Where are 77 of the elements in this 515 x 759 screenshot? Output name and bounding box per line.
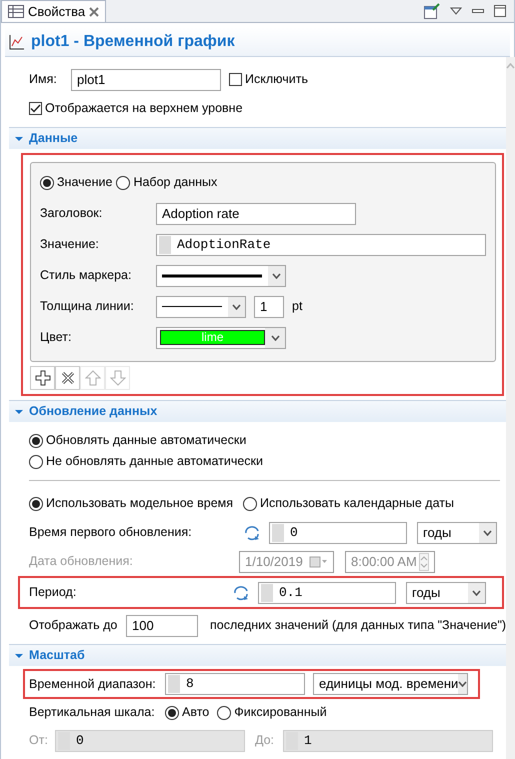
field-label: Имя: [29,72,58,87]
caret-icon [458,681,468,687]
input-field[interactable]: 1 [254,296,284,318]
field-label: Заголовок: [40,206,104,221]
radio-button[interactable]: Использовать календарные даты [243,496,454,511]
field-label: Отображать до [29,618,118,633]
field-label: Период: [29,585,78,600]
expanded-icon [15,408,23,416]
field-label: До: [255,733,276,748]
delete-icon [60,370,76,386]
hint-text: последних значений (для данных типа "Значение") [210,618,506,633]
field-label: Стиль маркера: [40,268,132,283]
section-header[interactable]: Обновление данных [9,400,506,422]
input-field[interactable]: plot1 [71,68,221,90]
line-width-dropdown[interactable] [156,296,246,318]
scrollbar[interactable] [506,57,515,759]
line-width-preview [162,305,222,308]
radio-button[interactable]: Значение [40,175,112,190]
radio-button[interactable]: Не обновлять данные автоматически [29,454,264,469]
field-label: Временной диапазон: [29,676,157,692]
input-field[interactable]: 0.1 [258,582,396,604]
section-title: Обновление данных [29,404,158,419]
expanded-icon [15,652,23,660]
field-label: Дата обновления: [29,554,134,569]
chart-icon [9,34,25,50]
section-title: Масштаб [29,648,85,663]
field-label: Значение: [40,237,100,252]
refresh-icon [243,524,261,540]
unit-label: pt [292,299,302,314]
color-swatch: lime [160,330,265,345]
field-label: Толщина линии: [40,299,135,314]
add-icon [34,370,50,386]
input-field[interactable]: 8 [165,673,305,695]
line-style-dropdown[interactable] [156,264,286,286]
checkmark-icon [30,104,41,113]
caret-icon [483,530,492,536]
properties-tab[interactable]: Свойства [1,0,106,22]
caret-icon [232,304,241,310]
close-icon[interactable] [89,6,100,16]
radio-button[interactable]: Использовать модельное время [29,496,234,511]
input-field[interactable]: 0 [269,522,407,544]
table-icon [8,5,24,18]
section-title: Данные [29,131,78,146]
expanded-icon [15,134,23,142]
dropdown[interactable]: годы [406,582,486,604]
caret-icon [472,590,481,596]
down-arrow-icon [110,370,126,386]
field-label: Цвет: [40,330,72,345]
checkbox[interactable]: Исключить [229,72,308,87]
tab-title: Свойства [28,4,86,20]
checkbox[interactable]: Отображается на верхнем уровне [29,101,243,116]
pin-icon[interactable] [424,3,440,19]
input-field[interactable]: AdoptionRate [156,234,486,256]
field-label: Время первого обновления: [29,525,193,540]
input-field[interactable]: Adoption rate [156,202,356,224]
view-menu-icon[interactable] [450,7,462,15]
dropdown[interactable]: единицы мод. времени [313,673,468,695]
radio-button[interactable]: Фиксированный [217,705,327,720]
section-header[interactable]: Данные [9,127,506,149]
dropdown[interactable]: годы [417,522,497,544]
toolbar-button[interactable] [55,366,80,390]
radio-button[interactable]: Обновлять данные автоматически [29,433,246,448]
caret-icon [270,334,280,340]
minimize-icon[interactable] [472,7,484,15]
refresh-icon [232,584,250,600]
spinner-icon [419,552,429,570]
field-label: От: [29,733,49,748]
toolbar-button[interactable] [30,366,55,390]
section-header[interactable]: Масштаб [9,644,506,666]
radio-button[interactable]: Набор данных [116,175,218,190]
up-arrow-icon [84,370,100,386]
radio-button[interactable]: Авто [165,705,210,720]
caret-icon [272,272,281,278]
panel-title: plot1 - Временной график [31,32,235,52]
maximize-icon[interactable] [494,5,506,17]
input-field[interactable]: 100 [126,614,198,636]
field-label: Вертикальная шкала: [29,705,156,720]
